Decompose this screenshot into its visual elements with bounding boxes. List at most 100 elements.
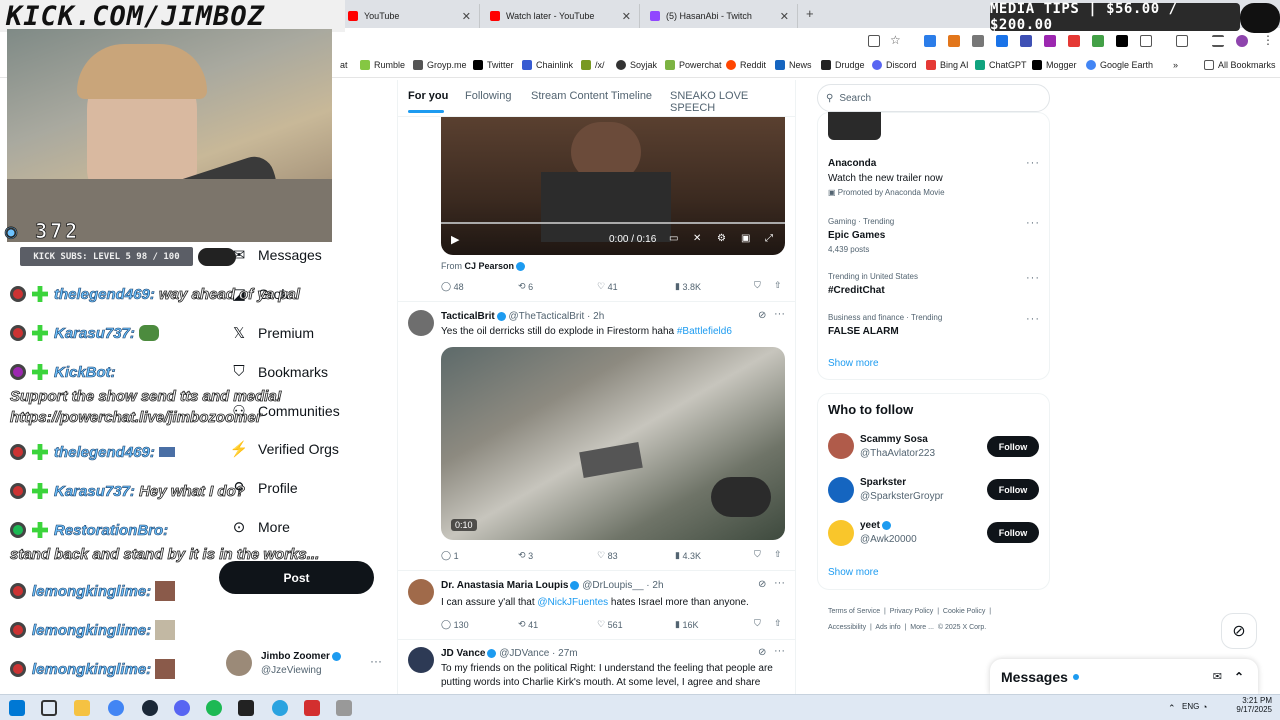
profile-avatar[interactable] xyxy=(1236,35,1248,47)
bookmark-item[interactable]: Mogger xyxy=(1032,60,1077,70)
footer-link[interactable]: Cookie Policy xyxy=(943,608,985,615)
repost-button[interactable]: ⟲ 41 xyxy=(518,619,538,630)
bookmark-item[interactable]: Powerchat xyxy=(665,60,722,70)
fullscreen-icon[interactable]: ⤢ xyxy=(765,233,773,244)
bookmark-item[interactable]: Bing AI xyxy=(926,60,969,70)
views-button[interactable]: ▮ 3.8K xyxy=(675,281,701,292)
file-explorer-icon[interactable] xyxy=(74,700,90,716)
tweet-video[interactable]: 0:10 xyxy=(441,347,785,540)
user-avatar[interactable] xyxy=(828,477,854,503)
show-more-trends[interactable]: Show more xyxy=(828,358,879,369)
user-avatar[interactable] xyxy=(828,520,854,546)
views-button[interactable]: ▮ 16K xyxy=(675,619,698,630)
bookmark-button[interactable]: ⛉ xyxy=(754,618,761,629)
close-icon[interactable]: ✕ xyxy=(462,10,471,23)
footer-link[interactable]: Privacy Policy xyxy=(890,608,934,615)
extension-icon[interactable] xyxy=(1068,35,1080,47)
show-more-follow[interactable]: Show more xyxy=(828,567,879,578)
captions-icon[interactable]: ▭ xyxy=(669,233,678,244)
like-button[interactable]: ♡ 561 xyxy=(597,619,623,630)
ad-title[interactable]: Anaconda xyxy=(828,158,876,169)
bookmark-item[interactable]: at xyxy=(340,60,348,70)
extension-icon[interactable] xyxy=(1020,35,1032,47)
bookmark-item[interactable]: News xyxy=(775,60,812,70)
tab-sneako-love-speech[interactable]: SNEAKO LOVE SPEECH xyxy=(670,90,795,114)
follow-button[interactable]: Follow xyxy=(987,436,1039,457)
grok-button[interactable]: ⊘ xyxy=(1221,613,1257,649)
account-more-icon[interactable]: ··· xyxy=(370,654,382,668)
tweet-video[interactable]: ▶ 0:00 / 0:16 ▭ ✕ ⚙ ▣ ⤢ xyxy=(441,117,785,255)
extension-icon[interactable] xyxy=(996,35,1008,47)
follow-button[interactable]: Follow xyxy=(987,522,1039,543)
share-button[interactable]: ⇧ xyxy=(774,618,782,629)
nav-verified-orgs[interactable]: ⚡ Verified Orgs xyxy=(228,440,339,458)
grok-icon[interactable]: ⊘ xyxy=(758,647,766,658)
reply-button[interactable]: ◯ 48 xyxy=(441,281,464,292)
extension-icon[interactable] xyxy=(1044,35,1056,47)
user-name[interactable]: Sparkster xyxy=(860,477,906,488)
clock[interactable]: 3:21 PM 9/17/2025 xyxy=(1232,696,1272,714)
trend-more-icon[interactable]: ··· xyxy=(1026,272,1040,284)
bookmark-item[interactable]: Discord xyxy=(872,60,917,70)
all-bookmarks[interactable]: All Bookmarks xyxy=(1204,60,1276,70)
start-button[interactable] xyxy=(9,700,25,716)
obs-icon[interactable] xyxy=(238,700,254,716)
bookmark-item[interactable]: ChatGPT xyxy=(975,60,1027,70)
tweet-avatar[interactable] xyxy=(408,579,434,605)
pip-icon[interactable]: ▣ xyxy=(741,233,750,244)
bookmark-button[interactable]: ⛉ xyxy=(754,280,761,291)
tab-stream-content-timeline[interactable]: Stream Content Timeline xyxy=(531,90,652,102)
bookmark-item[interactable]: Reddit xyxy=(726,60,766,70)
tweet-more-icon[interactable]: ··· xyxy=(774,577,785,589)
tab-twitch[interactable]: (5) HasanAbi - Twitch ✕ xyxy=(642,4,798,28)
like-button[interactable]: ♡ 83 xyxy=(597,550,618,561)
account-name[interactable]: Jimbo Zoomer xyxy=(261,651,341,662)
reply-button[interactable]: ◯ 130 xyxy=(441,619,469,630)
footer-link[interactable]: Ads info xyxy=(875,624,900,631)
bookmark-item[interactable]: Soyjak xyxy=(616,60,657,70)
user-name[interactable]: yeet xyxy=(860,520,892,531)
bookmark-item[interactable]: Groyp.me xyxy=(413,60,467,70)
app-icon[interactable] xyxy=(336,700,352,716)
x-logo-icon[interactable] xyxy=(1116,35,1128,47)
nav-more[interactable]: ⊙ More xyxy=(228,518,290,536)
spotify-icon[interactable] xyxy=(206,700,222,716)
user-avatar[interactable] xyxy=(828,433,854,459)
user-name[interactable]: Scammy Sosa xyxy=(860,434,928,445)
tweet-avatar[interactable] xyxy=(408,310,434,336)
sidebar-icon[interactable] xyxy=(1176,35,1188,47)
telegram-icon[interactable] xyxy=(272,700,288,716)
trend-more-icon[interactable]: ··· xyxy=(1026,217,1040,229)
account-avatar[interactable] xyxy=(226,650,252,676)
trend-more-icon[interactable]: ··· xyxy=(1026,313,1040,325)
discord-icon[interactable] xyxy=(174,700,190,716)
tweet-more-icon[interactable]: ··· xyxy=(774,645,785,657)
repost-button[interactable]: ⟲ 3 xyxy=(518,550,533,561)
close-icon[interactable]: ✕ xyxy=(622,10,631,23)
reply-button[interactable]: ◯ 1 xyxy=(441,550,459,561)
trend-name[interactable]: Epic Games xyxy=(828,230,885,241)
like-button[interactable]: ♡ 41 xyxy=(597,281,618,292)
network-icon[interactable]: ◔ xyxy=(1202,702,1207,712)
close-icon[interactable]: ✕ xyxy=(780,10,789,23)
ad-more-icon[interactable]: ··· xyxy=(1026,157,1040,169)
tab-for-you[interactable]: For you xyxy=(408,90,448,102)
task-view-icon[interactable] xyxy=(41,700,57,716)
tweet-avatar[interactable] xyxy=(408,647,434,673)
puzzle-icon[interactable] xyxy=(1140,35,1152,47)
nav-bookmarks[interactable]: ⛉ Bookmarks xyxy=(228,363,328,380)
bookmark-item[interactable]: Drudge xyxy=(821,60,865,70)
kebab-menu-icon[interactable]: ⋮ xyxy=(1262,33,1274,47)
play-icon[interactable]: ▶ xyxy=(451,233,459,246)
app-icon[interactable] xyxy=(304,700,320,716)
post-button[interactable]: Post xyxy=(219,561,374,594)
repost-button[interactable]: ⟲ 6 xyxy=(518,281,533,292)
cast-icon[interactable] xyxy=(868,35,880,47)
bookmark-button[interactable]: ⛉ xyxy=(754,549,761,560)
bookmark-item[interactable]: /x/ xyxy=(581,60,605,70)
video-progress-bar[interactable] xyxy=(441,222,785,224)
footer-link[interactable]: Accessibility xyxy=(828,624,866,631)
language-indicator[interactable]: ENG xyxy=(1182,702,1199,711)
tab-watch-later[interactable]: Watch later - YouTube ✕ xyxy=(482,4,640,28)
shield-icon[interactable] xyxy=(972,35,984,47)
